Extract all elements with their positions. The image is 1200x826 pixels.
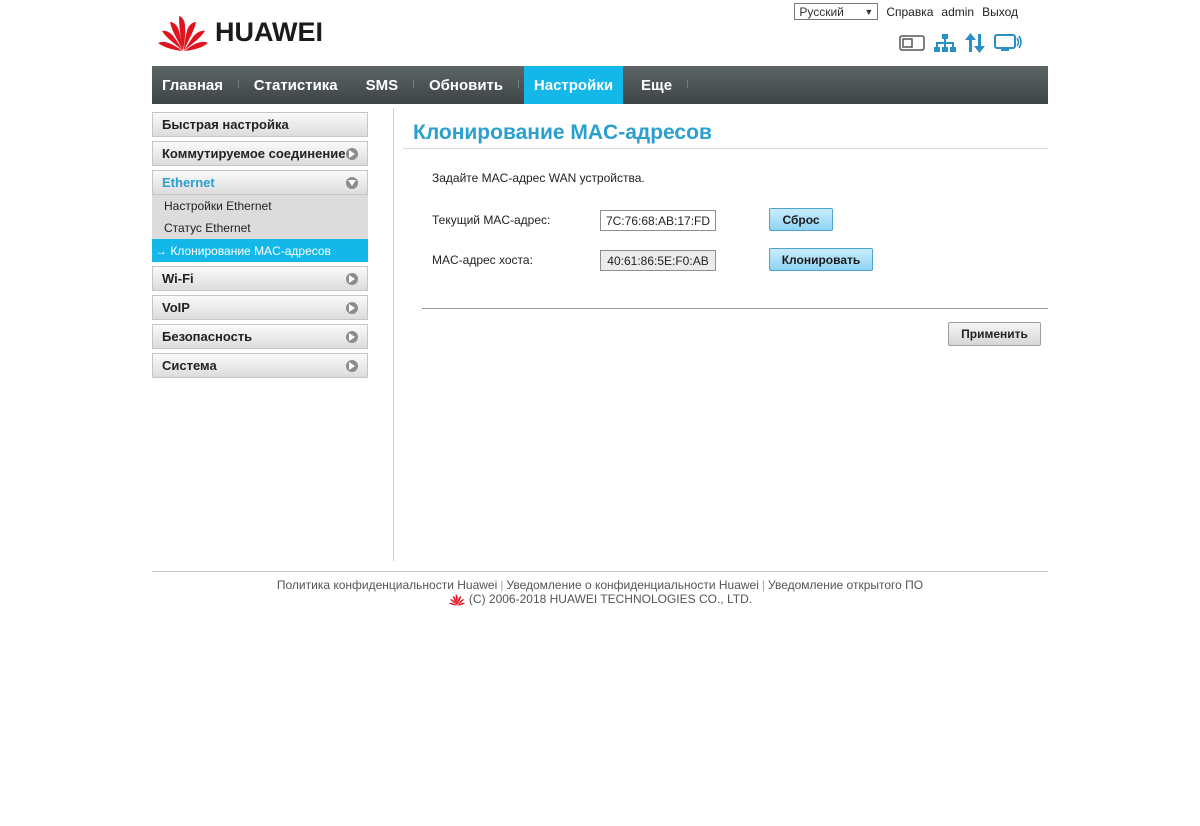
sidebar-item-label: Быстрая настройка xyxy=(162,117,289,132)
page-title: Клонирование MAC-адресов xyxy=(413,121,712,144)
wifi-monitor-icon[interactable] xyxy=(994,33,1022,58)
chevron-right-icon xyxy=(346,359,358,372)
chevron-right-icon xyxy=(346,301,358,314)
host-mac-field: 40:61:86:5E:F0:AB xyxy=(600,250,716,271)
huawei-flower-icon xyxy=(158,16,208,51)
brand-name: HUAWEI xyxy=(215,16,323,47)
help-link[interactable]: Справка xyxy=(886,5,933,19)
sidebar-item-quick-setup[interactable]: Быстрая настройка xyxy=(152,112,368,137)
data-transfer-icon[interactable] xyxy=(965,33,985,58)
nav-separator xyxy=(623,66,631,104)
sidebar-item-voip[interactable]: VoIP xyxy=(152,295,368,320)
network-icon[interactable] xyxy=(934,33,956,58)
sidebar-item-label: VoIP xyxy=(162,300,190,315)
copyright: (C) 2006-2018 HUAWEI TECHNOLOGIES CO., L… xyxy=(0,592,1200,606)
host-mac-label: MAC-адрес хоста: xyxy=(432,253,533,267)
apply-button[interactable]: Применить xyxy=(948,322,1041,346)
clone-button[interactable]: Клонировать xyxy=(769,248,873,271)
open-source-notice-link[interactable]: Уведомление открытого ПО xyxy=(768,578,923,592)
current-mac-label: Текущий MAC-адрес: xyxy=(432,213,551,227)
sidebar-item-label: Коммутируемое соединение xyxy=(162,146,346,161)
footer-divider xyxy=(152,571,1048,572)
ethernet-submenu: Настройки Ethernet Статус Ethernet → Кло… xyxy=(152,195,368,262)
user-link[interactable]: admin xyxy=(941,5,974,19)
chevron-right-icon xyxy=(346,330,358,343)
nav-separator xyxy=(348,66,356,104)
sidebar-item-label: Безопасность xyxy=(162,329,253,344)
reset-button[interactable]: Сброс xyxy=(769,208,833,231)
dropdown-arrow-icon: ▼ xyxy=(864,6,874,17)
copyright-text: (C) 2006-2018 HUAWEI TECHNOLOGIES CO., L… xyxy=(468,592,753,606)
sidebar-subitem-ethernet-status[interactable]: Статус Ethernet xyxy=(152,217,368,239)
language-select[interactable]: Русский ▼ xyxy=(794,3,879,20)
nav-more[interactable]: Еще xyxy=(631,66,682,104)
nav-separator: ⁞ xyxy=(686,79,689,91)
nav-separator: ⁞ xyxy=(517,79,520,91)
sidebar-item-label: Ethernet xyxy=(162,175,215,190)
huawei-logo[interactable]: HUAWEI xyxy=(157,12,323,52)
top-links: Русский ▼ Справка admin Выход xyxy=(794,3,1026,20)
sim-icon[interactable] xyxy=(899,34,925,57)
chevron-right-icon xyxy=(346,272,358,285)
nav-separator: ⁞ xyxy=(412,79,415,91)
nav-update[interactable]: Обновить xyxy=(419,66,513,104)
sidebar-subitem-mac-clone[interactable]: → Клонирование MAC-адресов xyxy=(152,239,368,262)
privacy-policy-link[interactable]: Политика конфиденциальности Huawei xyxy=(277,578,497,592)
privacy-notice-link[interactable]: Уведомление о конфиденциальности Huawei xyxy=(506,578,758,592)
main-nav: Главная ⁞ Статистика SMS ⁞ Обновить ⁞ На… xyxy=(152,66,1048,104)
content-divider xyxy=(393,108,394,561)
nav-statistics[interactable]: Статистика xyxy=(244,66,348,104)
footer-separator: | xyxy=(761,578,765,592)
current-mac-field[interactable]: 7C:76:68:AB:17:FD xyxy=(600,210,716,231)
title-divider xyxy=(403,148,1048,149)
chevron-right-icon xyxy=(346,147,358,160)
page-description: Задайте MAC-адрес WAN устройства. xyxy=(432,171,645,185)
sidebar-item-wifi[interactable]: Wi-Fi xyxy=(152,266,368,291)
status-icons xyxy=(890,33,1022,58)
sidebar: Быстрая настройка Коммутируемое соединен… xyxy=(152,112,368,382)
nav-separator: ⁞ xyxy=(237,79,240,91)
language-value: Русский xyxy=(799,4,844,19)
sidebar-item-label: Wi-Fi xyxy=(162,271,194,286)
sidebar-item-label: Система xyxy=(162,358,217,373)
footer-separator: | xyxy=(500,578,504,592)
sidebar-item-dialup[interactable]: Коммутируемое соединение xyxy=(152,141,368,166)
header: HUAWEI Русский ▼ Справка admin Выход xyxy=(152,0,1048,66)
nav-settings[interactable]: Настройки xyxy=(523,66,624,104)
nav-home[interactable]: Главная xyxy=(152,66,233,104)
logout-link[interactable]: Выход xyxy=(982,5,1018,19)
footer-links: Политика конфиденциальности Huawei | Уведо… xyxy=(0,578,1200,592)
chevron-down-icon xyxy=(346,176,358,189)
huawei-small-logo-icon xyxy=(448,593,466,606)
sidebar-item-system[interactable]: Система xyxy=(152,353,368,378)
sidebar-subitem-ethernet-settings[interactable]: Настройки Ethernet xyxy=(152,195,368,217)
sidebar-item-ethernet[interactable]: Ethernet xyxy=(152,170,368,195)
form-divider xyxy=(422,308,1048,309)
sidebar-item-security[interactable]: Безопасность xyxy=(152,324,368,349)
nav-sms[interactable]: SMS xyxy=(356,66,409,104)
